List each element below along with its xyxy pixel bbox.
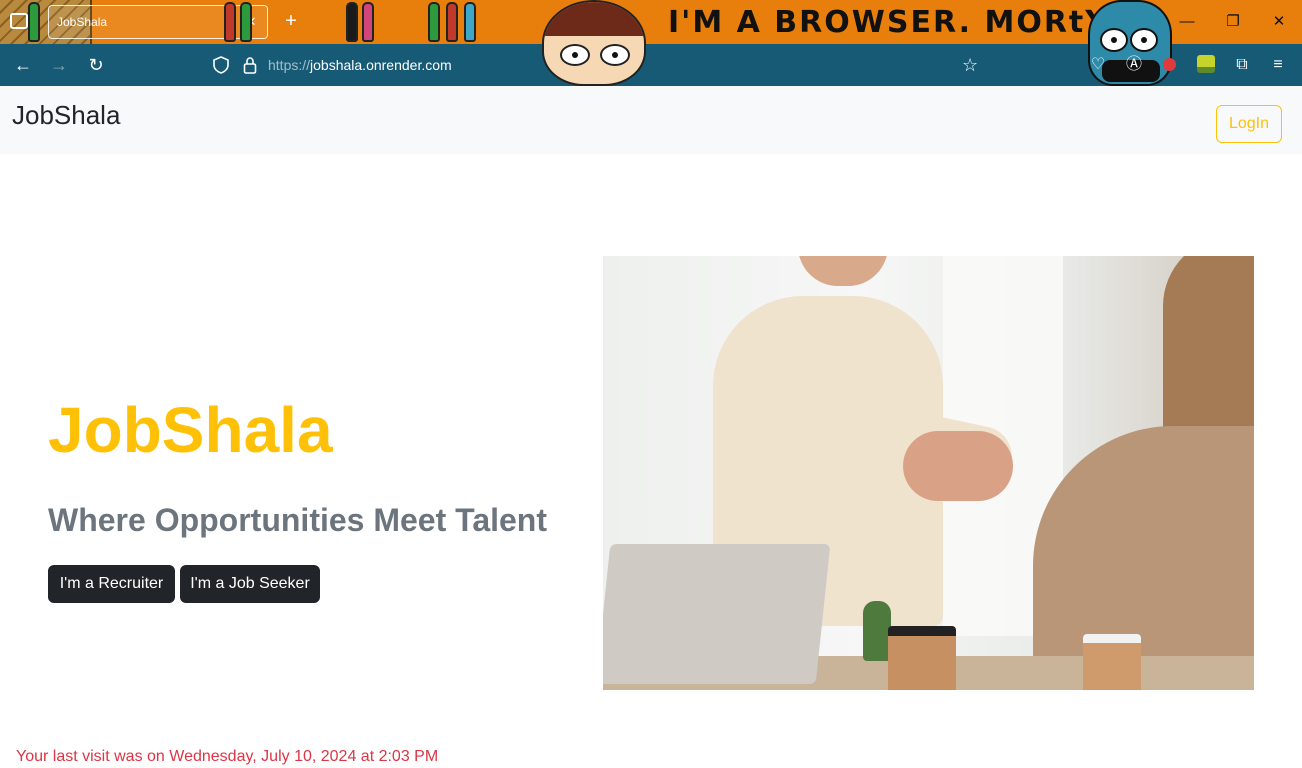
theme-rick-eye xyxy=(1130,28,1158,52)
puzzle-icon[interactable]: ⧉ xyxy=(1232,55,1252,75)
star-icon[interactable]: ☆ xyxy=(962,55,978,76)
theme-bottle-art xyxy=(346,2,358,42)
theme-banner-text: I'M A BROWSER. MORtY!!! xyxy=(668,5,1157,40)
account-icon[interactable]: Ⓐ xyxy=(1124,55,1144,75)
theme-bottle-art xyxy=(240,2,252,42)
reload-icon[interactable]: ↻ xyxy=(83,53,109,77)
photo-coffee-cup xyxy=(888,626,956,690)
close-window-button[interactable]: ✕ xyxy=(1262,8,1296,36)
theme-bottle-art xyxy=(428,2,440,42)
shield-icon[interactable] xyxy=(213,56,229,74)
hero-subtitle: Where Opportunities Meet Talent xyxy=(48,502,547,538)
tab-list-icon[interactable] xyxy=(10,13,28,29)
photo-handshake xyxy=(903,431,1013,501)
login-button[interactable]: LogIn xyxy=(1216,105,1282,143)
photo-cactus xyxy=(863,601,891,661)
last-visit-notice: Your last visit was on Wednesday, July 1… xyxy=(16,748,439,765)
arrow-left-icon[interactable]: ← xyxy=(10,53,36,77)
handshake-photo xyxy=(603,256,1254,690)
extension-icon[interactable] xyxy=(1197,55,1215,73)
job-seeker-button[interactable]: I'm a Job Seeker xyxy=(180,565,320,603)
arrow-right-icon[interactable]: → xyxy=(46,53,72,77)
lock-icon[interactable] xyxy=(243,56,257,74)
theme-bottle-art xyxy=(28,2,40,42)
url-host: jobshala.onrender.com xyxy=(310,57,452,73)
photo-woman xyxy=(1033,426,1254,690)
site-navbar: JobShala LogIn xyxy=(0,86,1302,154)
hamburger-menu-icon[interactable]: ≡ xyxy=(1268,55,1288,75)
site-brand[interactable]: JobShala xyxy=(12,100,120,131)
theme-morty-hair xyxy=(544,2,644,36)
extension-lock-icon[interactable] xyxy=(1163,58,1176,71)
theme-rick-eye xyxy=(1100,28,1128,52)
theme-bottle-art xyxy=(224,2,236,42)
theme-bottle-art xyxy=(446,2,458,42)
hero-title: JobShala xyxy=(48,394,333,466)
theme-morty-eye xyxy=(600,44,630,66)
restore-button[interactable]: ❐ xyxy=(1216,8,1250,36)
new-tab-button[interactable]: + xyxy=(280,8,302,34)
url-scheme: https:// xyxy=(268,57,311,73)
pocket-icon[interactable]: ♡ xyxy=(1088,55,1108,75)
theme-bottle-art xyxy=(464,2,476,42)
address-bar[interactable]: https://jobshala.onrender.com xyxy=(268,56,452,74)
minimize-button[interactable]: — xyxy=(1170,8,1204,36)
tab-title: JobShala xyxy=(57,15,108,29)
photo-laptop xyxy=(603,544,831,684)
recruiter-button[interactable]: I'm a Recruiter xyxy=(48,565,175,603)
theme-morty-eye xyxy=(560,44,590,66)
photo-man-head xyxy=(798,256,888,286)
theme-morty-art xyxy=(542,0,646,86)
theme-bottle-art xyxy=(362,2,374,42)
photo-coffee-cup xyxy=(1083,634,1141,690)
